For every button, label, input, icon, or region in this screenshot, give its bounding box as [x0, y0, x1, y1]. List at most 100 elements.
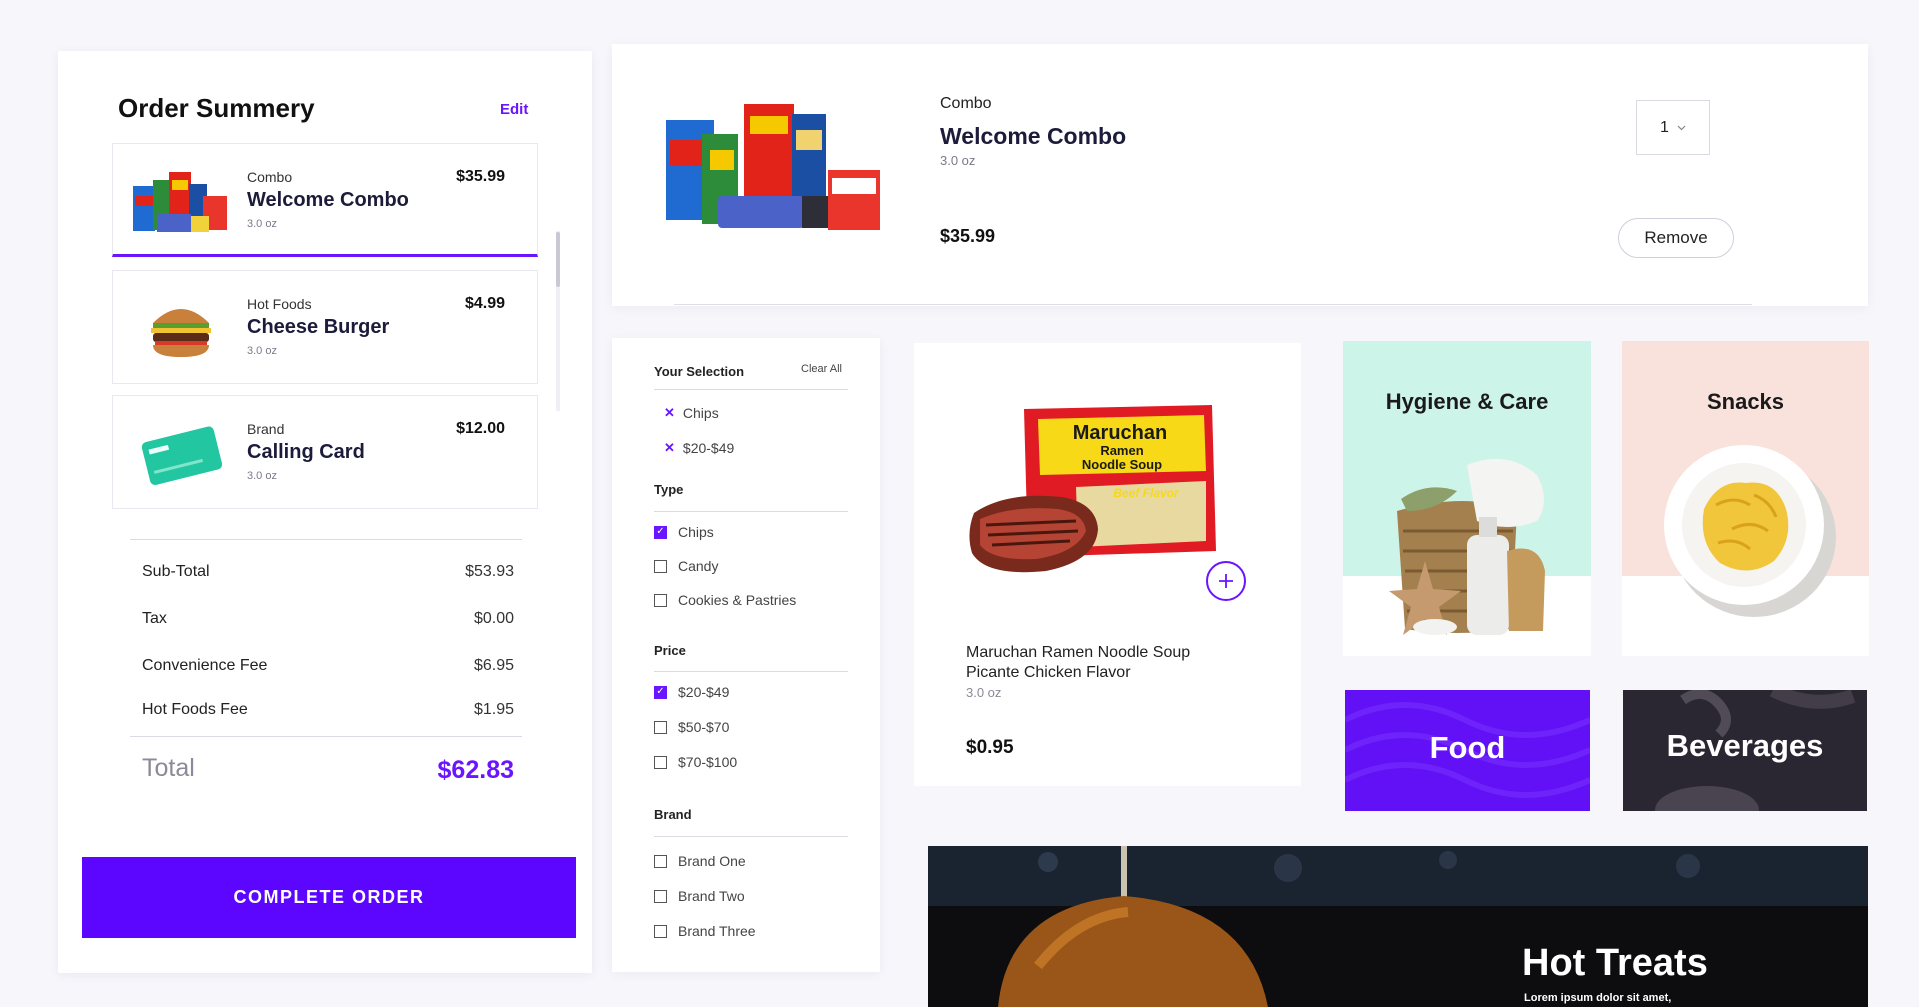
order-summary-title: Order Summery — [118, 93, 315, 123]
filter-panel: Your Selection Clear All ✕ Chips ✕ $20-$… — [612, 338, 880, 972]
price-option-70-100[interactable]: $70-$100 — [654, 754, 737, 770]
chips-bowl-image — [1664, 445, 1836, 617]
filter-divider — [654, 671, 848, 672]
cart-item-name: Welcome Combo — [940, 123, 1127, 149]
order-item-size: 3.0 oz — [247, 345, 277, 357]
checkbox[interactable] — [654, 854, 667, 868]
clear-all-link[interactable]: Clear All — [801, 363, 842, 375]
order-item-cheese-burger[interactable]: Hot Foods Cheese Burger 3.0 oz $4.99 — [112, 270, 538, 384]
checkbox[interactable] — [654, 755, 667, 769]
tax-value: $0.00 — [473, 610, 514, 627]
price-heading: Price — [654, 643, 686, 658]
order-item-price: $35.99 — [456, 168, 505, 185]
type-option-cookies[interactable]: Cookies & Pastries — [654, 592, 796, 608]
your-selection-heading: Your Selection — [654, 364, 745, 379]
hot-foods-fee-value: $1.95 — [473, 701, 514, 718]
quantity-value: 1 — [1660, 118, 1669, 136]
hygiene-products-image — [1389, 458, 1545, 635]
order-item-category: Brand — [247, 421, 285, 437]
selected-filter-label: Chips — [682, 405, 719, 421]
option-label: Brand Three — [678, 923, 756, 939]
type-option-candy[interactable]: Candy — [654, 558, 718, 574]
order-summary-panel: Order Summery Edit Combo Welcome Combo 3… — [58, 51, 592, 973]
package-line2-text: Noodle Soup — [1082, 457, 1162, 472]
option-label: $20-$49 — [678, 684, 730, 700]
filter-divider — [654, 836, 848, 837]
filter-divider — [654, 389, 848, 390]
snack-combo-image — [666, 104, 880, 230]
option-label: Cookies & Pastries — [678, 592, 797, 608]
category-tile-food[interactable]: Food — [1345, 690, 1590, 811]
order-item-price: $4.99 — [464, 295, 505, 312]
banner-title: Hot Treats — [1522, 942, 1708, 984]
order-item-name: Cheese Burger — [247, 316, 390, 338]
total-label: Total — [142, 754, 195, 782]
checkbox[interactable] — [654, 593, 667, 607]
order-item-size: 3.0 oz — [247, 470, 277, 482]
price-option-50-70[interactable]: $50-$70 — [654, 719, 729, 735]
option-label: Brand One — [678, 853, 746, 869]
price-option-20-49[interactable]: ✓ $20-$49 — [654, 684, 729, 700]
remove-x-icon: ✕ — [664, 405, 675, 420]
checkbox[interactable] — [654, 924, 667, 938]
checkbox-checked[interactable]: ✓ — [654, 685, 667, 699]
selected-filter-price[interactable]: ✕ $20-$49 — [664, 440, 734, 456]
order-item-name: Welcome Combo — [247, 189, 409, 211]
category-title: Hygiene & Care — [1385, 389, 1549, 414]
type-option-chips[interactable]: ✓ Chips — [654, 524, 714, 540]
order-item-calling-card[interactable]: Brand Calling Card 3.0 oz $12.00 — [112, 395, 538, 509]
order-item-category: Hot Foods — [247, 296, 312, 312]
brand-option-two[interactable]: Brand Two — [654, 888, 745, 904]
quantity-select[interactable]: 1 — [1636, 100, 1710, 155]
convenience-fee-value: $6.95 — [473, 657, 514, 674]
category-tile-snacks[interactable]: Snacks — [1622, 341, 1869, 656]
order-item-category: Combo — [247, 169, 293, 185]
option-label: $50-$70 — [678, 719, 730, 735]
order-scroll-thumb[interactable] — [556, 232, 560, 287]
summary-divider — [130, 539, 522, 540]
type-heading: Type — [654, 482, 684, 497]
burger-image — [151, 309, 211, 357]
brand-heading: Brand — [654, 807, 692, 822]
product-size: 3.0 oz — [966, 685, 1002, 700]
cart-item-card: Combo Welcome Combo 3.0 oz $35.99 1 Remo… — [612, 44, 1868, 306]
cart-item-category: Combo — [940, 95, 992, 112]
category-tile-hygiene[interactable]: Hygiene & Care — [1343, 341, 1591, 656]
category-tile-beverages[interactable]: Beverages — [1623, 690, 1867, 811]
cart-item-price: $35.99 — [940, 226, 996, 246]
option-label: $70-$100 — [678, 754, 738, 770]
checkbox[interactable] — [654, 889, 667, 903]
checkbox[interactable] — [654, 720, 667, 734]
category-title: Food — [1429, 730, 1506, 765]
order-item-price: $12.00 — [456, 420, 505, 437]
category-title: Snacks — [1706, 389, 1785, 414]
summary-divider — [130, 736, 522, 737]
checkbox-checked[interactable]: ✓ — [654, 525, 667, 539]
brand-option-one[interactable]: Brand One — [654, 853, 746, 869]
package-brand-text: Maruchan — [1073, 422, 1167, 444]
package-line1-text: Ramen — [1100, 443, 1143, 458]
cart-item-size: 3.0 oz — [940, 153, 976, 168]
subtotal-label: Sub-Total — [142, 563, 210, 580]
tax-label: Tax — [142, 610, 167, 627]
selected-filter-label: $20-$49 — [682, 440, 735, 456]
edit-link[interactable]: Edit — [500, 101, 528, 118]
selected-filter-chips[interactable]: ✕ Chips — [664, 405, 719, 421]
remove-button[interactable]: Remove — [1618, 218, 1734, 258]
option-label: Brand Two — [678, 888, 745, 904]
hot-treats-banner[interactable]: Hot Treats Lorem ipsum dolor sit amet, — [928, 846, 1868, 1007]
category-title: Beverages — [1666, 728, 1824, 763]
complete-order-button[interactable]: COMPLETE ORDER — [82, 857, 576, 938]
order-item-welcome-combo[interactable]: Combo Welcome Combo 3.0 oz $35.99 — [112, 143, 538, 257]
hot-foods-fee-label: Hot Foods Fee — [142, 701, 248, 718]
burger-banner-image — [928, 846, 1868, 1007]
product-price: $0.95 — [966, 737, 1014, 758]
brand-option-three[interactable]: Brand Three — [654, 923, 756, 939]
package-flavor-text: Beef Flavor — [1113, 486, 1180, 500]
convenience-fee-label: Convenience Fee — [142, 657, 268, 674]
product-card[interactable]: Maruchan Ramen Noodle Soup Beef Flavor M… — [914, 343, 1301, 786]
product-name: Maruchan Ramen Noodle Soup Picante Chick… — [966, 644, 1191, 681]
add-to-cart-button[interactable] — [1206, 561, 1246, 601]
checkbox[interactable] — [654, 559, 667, 573]
banner-subtitle: Lorem ipsum dolor sit amet, — [1524, 992, 1672, 1004]
